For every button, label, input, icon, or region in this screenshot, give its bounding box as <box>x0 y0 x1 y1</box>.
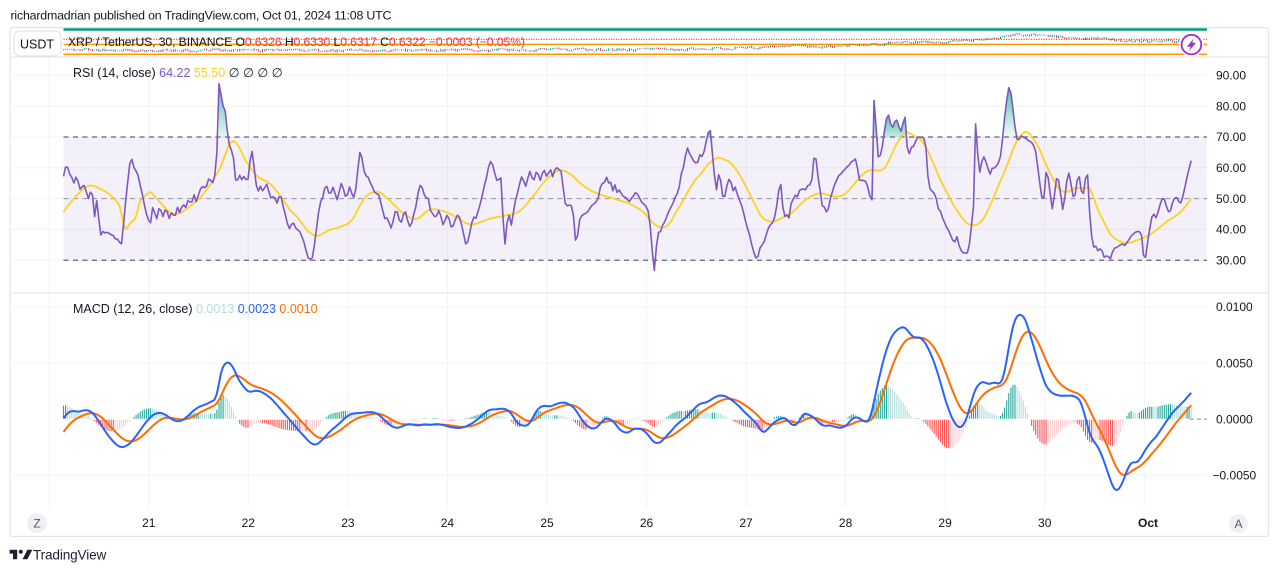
svg-text:40.00: 40.00 <box>1216 223 1246 237</box>
svg-text:MACD (12, 26, close) 0.0013 0.: MACD (12, 26, close) 0.0013 0.0023 0.001… <box>73 302 318 316</box>
svg-text:28: 28 <box>839 516 853 530</box>
svg-text:USDT: USDT <box>20 38 54 52</box>
svg-text:27: 27 <box>739 516 753 530</box>
svg-text:21: 21 <box>142 516 156 530</box>
svg-text:−0.0050: −0.0050 <box>1213 469 1257 483</box>
svg-text:24: 24 <box>441 516 455 530</box>
svg-text:26: 26 <box>640 516 654 530</box>
svg-text:22: 22 <box>242 516 256 530</box>
svg-text:Z: Z <box>33 517 40 531</box>
svg-text:30: 30 <box>1038 516 1052 530</box>
svg-text:Oct: Oct <box>1138 516 1158 530</box>
svg-text:30.00: 30.00 <box>1216 253 1246 267</box>
svg-text:A: A <box>1234 517 1242 531</box>
svg-text:TradingView: TradingView <box>33 548 106 563</box>
svg-text:XRP / TetherUS, 30, BINANCE O0: XRP / TetherUS, 30, BINANCE O0.6326 H0.6… <box>68 35 525 49</box>
svg-text:richardmadrian published on Tr: richardmadrian published on TradingView.… <box>11 9 392 23</box>
svg-text:70.00: 70.00 <box>1216 130 1246 144</box>
svg-text:RSI (14, close) 64.22 55.50 ∅: RSI (14, close) 64.22 55.50 ∅ ∅ ∅ ∅ <box>73 66 283 80</box>
svg-text:80.00: 80.00 <box>1216 99 1246 113</box>
svg-text:0.0100: 0.0100 <box>1216 300 1253 314</box>
svg-text:23: 23 <box>341 516 355 530</box>
svg-text:90.00: 90.00 <box>1216 69 1246 83</box>
svg-text:25: 25 <box>540 516 554 530</box>
svg-text:0.0000: 0.0000 <box>1216 412 1253 426</box>
svg-text:29: 29 <box>938 516 952 530</box>
svg-text:60.00: 60.00 <box>1216 161 1246 175</box>
svg-text:0.0050: 0.0050 <box>1216 356 1253 370</box>
svg-text:50.00: 50.00 <box>1216 192 1246 206</box>
